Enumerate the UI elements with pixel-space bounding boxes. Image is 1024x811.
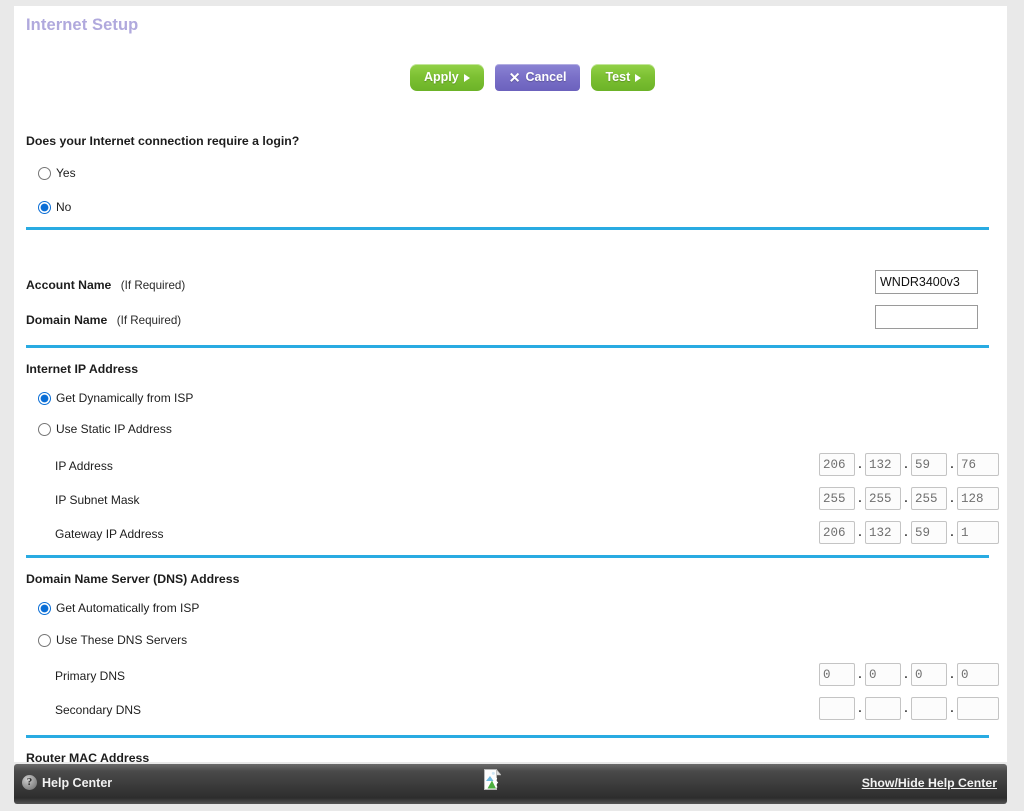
divider-1 [26,227,989,230]
dns-option-manual[interactable]: Use These DNS Servers [38,633,187,647]
octet-separator: . [948,525,956,540]
secondary-dns-label: Secondary DNS [55,703,142,717]
octet-separator: . [856,667,864,682]
internet-ip-option-dynamic[interactable]: Get Dynamically from ISP [38,391,193,405]
page-title: Internet Setup [26,16,139,34]
secondary-dns-octet-1[interactable] [819,697,855,720]
ip-address-label: IP Address [55,459,113,473]
primary-dns-octet-1[interactable] [819,663,855,686]
gateway-ip-octet-4[interactable] [957,521,999,544]
login-no-radio[interactable] [38,200,51,214]
internet-ip-heading: Internet IP Address [26,362,139,376]
secondary-dns-octet-2[interactable] [865,697,901,720]
octet-separator: . [902,667,910,682]
help-center-button[interactable]: ? Help Center [22,775,112,790]
login-option-no[interactable]: No [38,200,71,214]
triangle-right-icon [463,73,470,82]
login-yes-label[interactable]: Yes [56,166,76,180]
ip-address-octet-1[interactable] [819,453,855,476]
ip-subnet-mask-octets: . . . [819,487,999,510]
help-center-label: Help Center [42,775,113,790]
apply-button-label: Apply [424,70,459,84]
show-hide-help-center-link[interactable]: Show/Hide Help Center [862,776,997,790]
octet-separator: . [856,491,864,506]
primary-dns-octet-2[interactable] [865,663,901,686]
cancel-button-label: Cancel [525,70,567,84]
account-name-label-group: Account Name (If Required) [26,276,185,294]
octet-separator: . [856,525,864,540]
primary-dns-octet-3[interactable] [911,663,947,686]
account-name-label: Account Name [26,278,112,292]
gateway-ip-octet-1[interactable] [819,521,855,544]
secondary-dns-octets: . . . [819,697,999,720]
content-panel: Internet Setup Apply ✕ Cancel Test Does … [14,6,1007,762]
dns-manual-label[interactable]: Use These DNS Servers [56,633,187,647]
divider-4 [26,735,989,738]
secondary-dns-octet-4[interactable] [957,697,999,720]
octet-separator: . [948,457,956,472]
ip-address-octet-4[interactable] [957,453,999,476]
dns-option-auto[interactable]: Get Automatically from ISP [38,601,199,615]
octet-separator: . [902,491,910,506]
domain-name-hint: (If Required) [116,314,182,327]
octet-separator: . [902,457,910,472]
x-icon: ✕ [508,69,521,85]
octet-separator: . [948,701,956,716]
internet-ip-static-label[interactable]: Use Static IP Address [56,422,172,436]
ip-subnet-mask-octet-1[interactable] [819,487,855,510]
action-button-row: Apply ✕ Cancel Test [410,64,656,91]
question-mark-icon: ? [22,775,37,790]
domain-name-label: Domain Name [26,313,108,327]
dns-auto-radio[interactable] [38,601,51,615]
domain-name-input[interactable] [875,305,978,329]
primary-dns-octet-4[interactable] [957,663,999,686]
internet-ip-dynamic-label[interactable]: Get Dynamically from ISP [56,391,193,405]
account-name-hint: (If Required) [120,279,186,292]
test-button-label: Test [605,70,631,84]
router-mac-heading: Router MAC Address [26,751,150,762]
octet-separator: . [948,491,956,506]
primary-dns-label: Primary DNS [55,669,126,683]
gateway-ip-octet-3[interactable] [911,521,947,544]
cancel-button[interactable]: ✕ Cancel [494,64,581,91]
divider-3 [26,555,989,558]
dns-auto-label[interactable]: Get Automatically from ISP [56,601,199,615]
login-yes-radio[interactable] [38,166,51,180]
ip-address-octet-2[interactable] [865,453,901,476]
ip-subnet-mask-label: IP Subnet Mask [55,493,140,507]
ip-address-octets: . . . [819,453,999,476]
octet-separator: . [856,457,864,472]
ip-subnet-mask-octet-2[interactable] [865,487,901,510]
test-button[interactable]: Test [591,64,656,91]
octet-separator: . [948,667,956,682]
octet-separator: . [902,701,910,716]
internet-ip-dynamic-radio[interactable] [38,391,51,405]
gateway-ip-octet-2[interactable] [865,521,901,544]
divider-2 [26,345,989,348]
octet-separator: . [902,525,910,540]
account-name-input[interactable] [875,270,978,294]
dns-manual-radio[interactable] [38,633,51,647]
ip-subnet-mask-octet-4[interactable] [957,487,999,510]
login-option-yes[interactable]: Yes [38,166,76,180]
domain-name-label-group: Domain Name (If Required) [26,311,181,329]
internet-ip-option-static[interactable]: Use Static IP Address [38,422,172,436]
page-root: Internet Setup Apply ✕ Cancel Test Does … [0,0,1024,811]
login-question-label: Does your Internet connection require a … [26,134,300,148]
ip-subnet-mask-octet-3[interactable] [911,487,947,510]
gateway-ip-label: Gateway IP Address [55,527,164,541]
secondary-dns-octet-3[interactable] [911,697,947,720]
login-no-label[interactable]: No [56,200,71,214]
primary-dns-octets: . . . [819,663,999,686]
gateway-ip-octets: . . . [819,521,999,544]
help-footer-bar: ? Help Center Show/Hide Help Center [14,764,1007,804]
dns-heading: Domain Name Server (DNS) Address [26,572,240,586]
apply-button[interactable]: Apply [410,64,484,91]
broken-image-icon [484,769,501,790]
triangle-right-icon [635,73,642,82]
octet-separator: . [856,701,864,716]
internet-ip-static-radio[interactable] [38,422,51,436]
ip-address-octet-3[interactable] [911,453,947,476]
